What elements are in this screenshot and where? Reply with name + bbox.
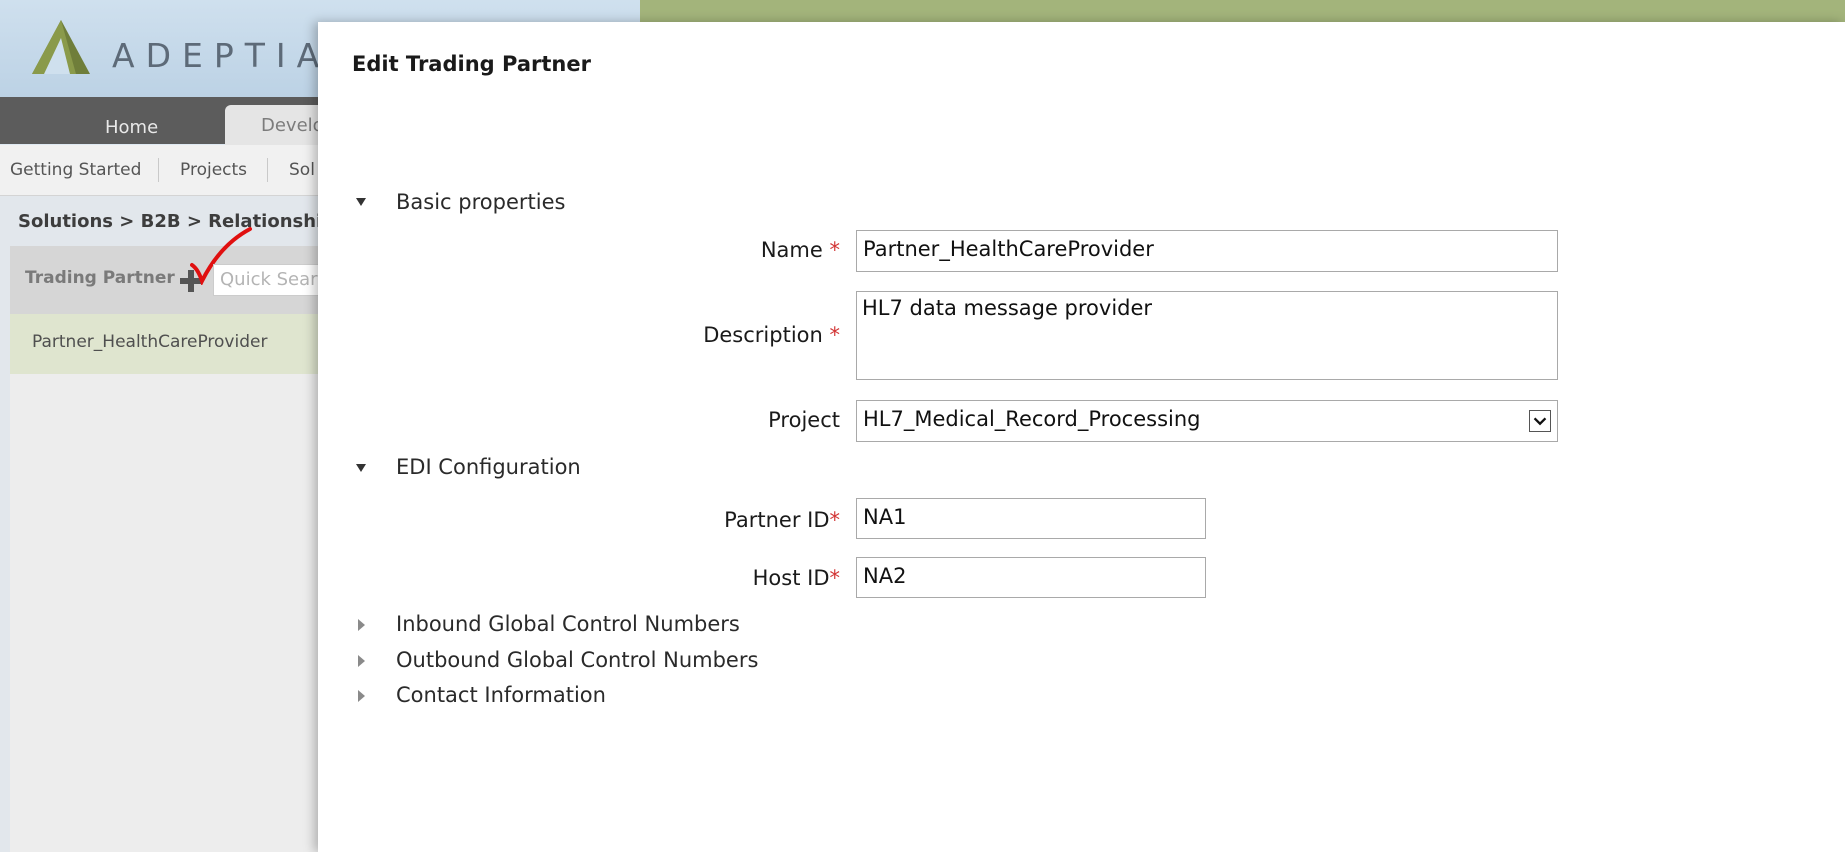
subnav-getting-started[interactable]: Getting Started bbox=[10, 160, 141, 180]
brand-name: ADEPTIA bbox=[112, 36, 331, 75]
expand-contact-icon[interactable] bbox=[358, 690, 365, 702]
collapse-basic-icon[interactable] bbox=[356, 198, 366, 206]
breadcrumb: Solutions > B2B > Relationship bbox=[18, 211, 336, 232]
list-item-label[interactable]: Partner_HealthCareProvider bbox=[32, 332, 267, 352]
header-accent-strip bbox=[640, 0, 1845, 22]
section-outbound-global-control-numbers[interactable]: Outbound Global Control Numbers bbox=[396, 648, 758, 672]
name-label: Name * bbox=[760, 238, 840, 262]
trading-partner-label: Trading Partner bbox=[25, 268, 175, 288]
section-basic-properties[interactable]: Basic properties bbox=[396, 190, 565, 214]
partner-list bbox=[10, 314, 330, 852]
project-label: Project bbox=[768, 408, 840, 432]
quick-search-input[interactable]: Quick Sear bbox=[213, 264, 330, 296]
partner-id-label: Partner ID* bbox=[724, 508, 840, 532]
dialog-title: Edit Trading Partner bbox=[352, 52, 591, 76]
subnav-solutions[interactable]: Sol bbox=[289, 160, 315, 180]
subnav-projects[interactable]: Projects bbox=[180, 160, 247, 180]
section-edi-configuration[interactable]: EDI Configuration bbox=[396, 455, 581, 479]
description-field[interactable]: HL7 data message provider bbox=[856, 291, 1558, 380]
expand-inbound-icon[interactable] bbox=[358, 619, 365, 631]
nav-tab-home[interactable]: Home bbox=[105, 117, 158, 138]
partner-id-field[interactable]: NA1 bbox=[856, 498, 1206, 539]
subnav-divider bbox=[158, 158, 159, 182]
host-id-field[interactable]: NA2 bbox=[856, 557, 1206, 598]
subnav-divider bbox=[267, 158, 268, 182]
name-field[interactable]: Partner_HealthCareProvider bbox=[856, 230, 1558, 272]
project-select[interactable]: HL7_Medical_Record_Processing bbox=[856, 400, 1558, 442]
nav-tab-develop[interactable]: Develo bbox=[261, 115, 324, 136]
expand-outbound-icon[interactable] bbox=[358, 655, 365, 667]
collapse-edi-icon[interactable] bbox=[356, 464, 366, 472]
section-contact-information[interactable]: Contact Information bbox=[396, 683, 606, 707]
description-label: Description * bbox=[703, 323, 840, 347]
host-id-label: Host ID* bbox=[752, 566, 840, 590]
adeptia-logo-icon bbox=[32, 20, 90, 74]
chevron-down-icon[interactable] bbox=[1529, 410, 1551, 432]
section-inbound-global-control-numbers[interactable]: Inbound Global Control Numbers bbox=[396, 612, 740, 636]
